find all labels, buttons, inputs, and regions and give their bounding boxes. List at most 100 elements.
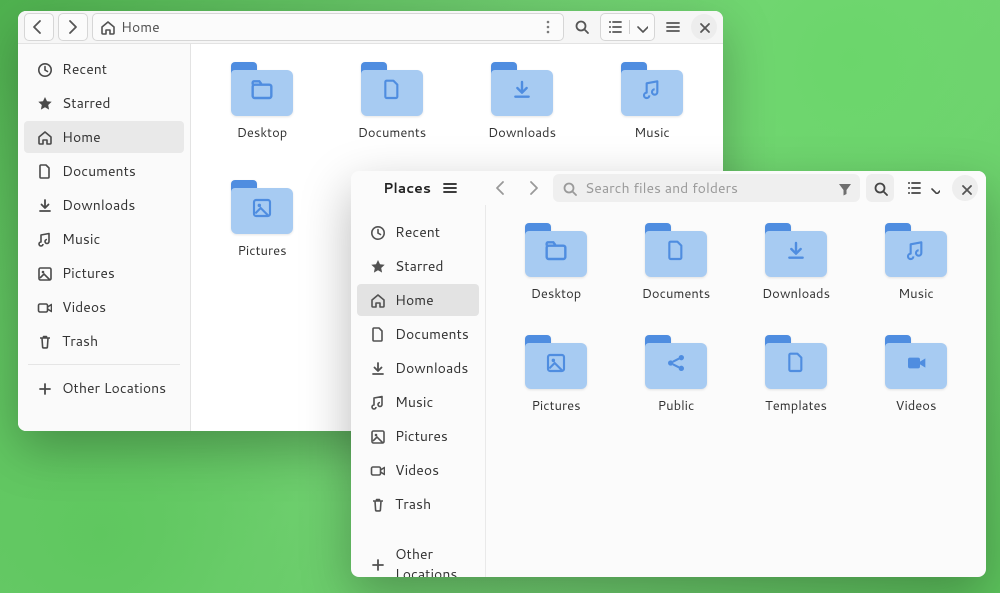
home-icon xyxy=(369,292,385,308)
search-placeholder: Search files and folders xyxy=(585,178,738,198)
folder-label: Documents xyxy=(358,124,427,142)
folder-label: Videos xyxy=(896,397,937,415)
sidebar-item-label: Other Locations xyxy=(62,378,166,398)
view-mode-dropdown[interactable] xyxy=(600,13,655,41)
search-button[interactable] xyxy=(866,174,894,202)
forward-button[interactable] xyxy=(521,175,547,201)
folder-pictures[interactable]: Pictures xyxy=(231,180,293,290)
sidebar-item-home[interactable]: Home xyxy=(24,121,184,153)
folder-documents[interactable]: Documents xyxy=(358,62,427,172)
folder-downloads[interactable]: Downloads xyxy=(488,62,556,172)
sidebar-item-pictures[interactable]: Pictures xyxy=(24,257,184,289)
sidebar-item-label: Recent xyxy=(62,59,107,79)
sidebar: Recent Starred Home Documents Downloads Music… xyxy=(18,44,191,431)
sidebar-item-trash[interactable]: Trash xyxy=(357,488,479,520)
sidebar-item-pictures[interactable]: Pictures xyxy=(357,420,479,452)
sidebar-item-label: Music xyxy=(62,229,100,249)
home-icon xyxy=(36,129,52,145)
folder-desktop[interactable]: Desktop xyxy=(231,62,293,172)
hamburger-icon[interactable] xyxy=(441,179,459,197)
folder-music[interactable]: Music xyxy=(885,223,947,335)
sidebar-item-label: Downloads xyxy=(395,358,468,378)
sidebar-item-label: Pictures xyxy=(395,426,448,446)
sidebar-item-downloads[interactable]: Downloads xyxy=(24,189,184,221)
folder-icon xyxy=(231,62,293,116)
doc-icon xyxy=(369,326,385,342)
filter-icon[interactable] xyxy=(836,180,852,196)
sidebar-item-recent[interactable]: Recent xyxy=(357,216,479,248)
sidebar-item-recent[interactable]: Recent xyxy=(24,53,184,85)
sidebar: RecentStarred Home Documents Downloads Music… xyxy=(351,205,486,577)
sidebar-item-starred[interactable]: Starred xyxy=(357,250,479,282)
sidebar-item-label: Trash xyxy=(395,494,431,514)
star-icon xyxy=(369,258,385,274)
folder-icon xyxy=(525,223,587,277)
plus-icon xyxy=(36,380,52,396)
trash-icon xyxy=(369,496,385,512)
folder-videos[interactable]: Videos xyxy=(885,335,947,447)
folder-icon xyxy=(621,62,683,116)
folder-icon xyxy=(525,335,587,389)
folder-templates[interactable]: Templates xyxy=(765,335,827,447)
image-icon xyxy=(36,265,52,281)
folder-pictures[interactable]: Pictures xyxy=(525,335,587,447)
sidebar-item-label: Videos xyxy=(62,297,106,317)
sidebar-item-other-locations[interactable]: Other Locations xyxy=(357,538,479,577)
hamburger-button[interactable] xyxy=(659,14,687,40)
folder-icon xyxy=(885,335,947,389)
kebab-icon[interactable] xyxy=(539,18,557,36)
sidebar-item-music[interactable]: Music xyxy=(357,386,479,418)
home-icon xyxy=(99,19,115,35)
sidebar-item-home[interactable]: Home xyxy=(357,284,479,316)
folder-public[interactable]: Public xyxy=(645,335,707,447)
folder-icon xyxy=(765,223,827,277)
sidebar-item-label: Home xyxy=(62,127,101,147)
folder-label: Pictures xyxy=(531,397,580,415)
star-icon xyxy=(36,95,52,111)
folder-label: Music xyxy=(898,285,934,303)
sidebar-item-documents[interactable]: Documents xyxy=(357,318,479,350)
sidebar-item-label: Downloads xyxy=(62,195,135,215)
view-mode-dropdown[interactable] xyxy=(900,174,946,202)
clock-icon xyxy=(369,224,385,240)
path-bar[interactable]: Home xyxy=(92,13,564,41)
list-icon xyxy=(906,179,924,197)
file-manager-window-b: Places Search files and folders RecentSt… xyxy=(351,171,986,577)
folder-label: Desktop xyxy=(531,285,582,303)
search-icon xyxy=(561,180,577,196)
sidebar-item-label: Home xyxy=(395,290,434,310)
folder-label: Public xyxy=(658,397,695,415)
sidebar-item-videos[interactable]: Videos xyxy=(357,454,479,486)
close-button[interactable] xyxy=(952,175,978,201)
sidebar-item-trash[interactable]: Trash xyxy=(24,325,184,357)
sidebar-item-documents[interactable]: Documents xyxy=(24,155,184,187)
folder-icon xyxy=(645,335,707,389)
sidebar-item-downloads[interactable]: Downloads xyxy=(357,352,479,384)
sidebar-item-label: Videos xyxy=(395,460,439,480)
folder-icon xyxy=(765,335,827,389)
doc-icon xyxy=(36,163,52,179)
folder-desktop[interactable]: Desktop xyxy=(525,223,587,335)
sidebar-item-music[interactable]: Music xyxy=(24,223,184,255)
search-button[interactable] xyxy=(568,14,596,40)
back-button[interactable] xyxy=(489,175,515,201)
back-button[interactable] xyxy=(24,13,54,41)
download-icon xyxy=(36,197,52,213)
close-button[interactable] xyxy=(691,14,717,40)
forward-button[interactable] xyxy=(58,13,88,41)
sidebar-item-starred[interactable]: Starred xyxy=(24,87,184,119)
clock-icon xyxy=(36,61,52,77)
search-field[interactable]: Search files and folders xyxy=(553,174,860,202)
folder-label: Desktop xyxy=(237,124,288,142)
folder-downloads[interactable]: Downloads xyxy=(762,223,830,335)
folder-music[interactable]: Music xyxy=(621,62,683,172)
video-icon xyxy=(369,462,385,478)
folder-grid: Desktop Documents Downloads Music Pictures Pu… xyxy=(486,205,986,577)
window-title: Places xyxy=(383,178,431,198)
image-icon xyxy=(369,428,385,444)
folder-documents[interactable]: Documents xyxy=(642,223,711,335)
sidebar-item-videos[interactable]: Videos xyxy=(24,291,184,323)
sidebar-item-other-locations[interactable]: Other Locations xyxy=(24,372,184,404)
folder-icon xyxy=(491,62,553,116)
folder-label: Downloads xyxy=(488,124,556,142)
